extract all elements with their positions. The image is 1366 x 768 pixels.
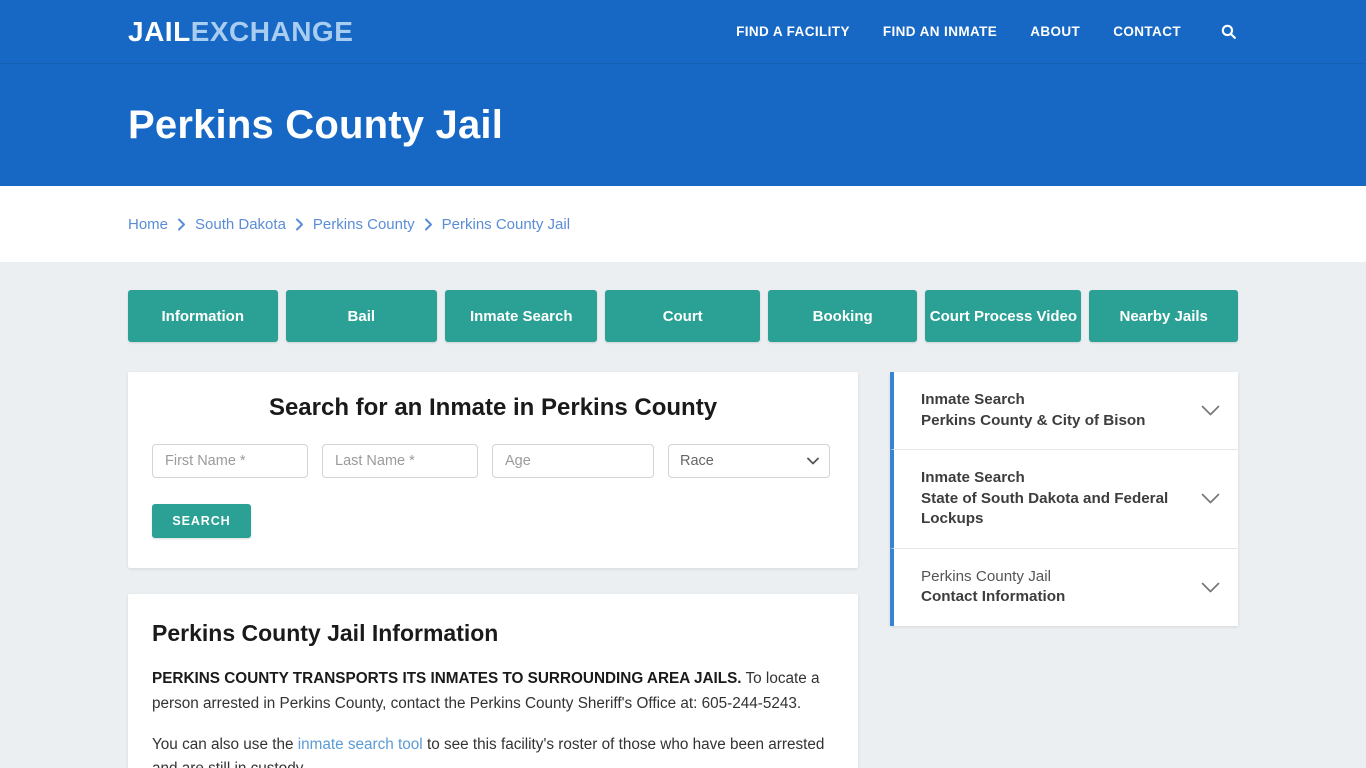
accordion-line-1: Inmate Search	[921, 469, 1025, 487]
breadcrumb: Home South Dakota Perkins County Perkins…	[128, 216, 570, 233]
info-card-heading: Perkins County Jail Information	[152, 620, 499, 646]
nav-item-contact[interactable]: CONTACT	[1113, 24, 1181, 39]
page-title: Perkins County Jail	[128, 102, 504, 147]
info-paragraph-2-pre: You can also use the	[152, 735, 298, 753]
accordion-item-text: Inmate Search State of South Dakota and …	[921, 468, 1187, 530]
accordion-item-text: Perkins County Jail Contact Information	[921, 567, 1187, 608]
search-submit-button[interactable]: SEARCH	[152, 504, 251, 538]
search-fields-row: Race	[152, 444, 834, 478]
page-hero: Perkins County Jail	[0, 64, 1366, 186]
chevron-down-icon[interactable]	[1201, 405, 1220, 416]
breadcrumb-item-south-dakota[interactable]: South Dakota	[195, 216, 286, 233]
accordion-line-1: Perkins County Jail	[921, 567, 1051, 585]
tab-nearby-jails[interactable]: Nearby Jails	[1089, 290, 1238, 342]
facility-tabs: Information Bail Inmate Search Court Boo…	[128, 290, 1238, 342]
breadcrumb-item-home[interactable]: Home	[128, 216, 168, 233]
race-select-wrapper: Race	[668, 444, 830, 478]
tab-bail[interactable]: Bail	[285, 290, 438, 342]
tab-booking[interactable]: Booking	[767, 290, 918, 342]
chevron-down-icon[interactable]	[1201, 493, 1220, 504]
tab-inmate-search[interactable]: Inmate Search	[445, 290, 598, 342]
accordion-item-contact-information[interactable]: Perkins County Jail Contact Information	[890, 548, 1238, 626]
nav-item-about[interactable]: ABOUT	[1030, 24, 1080, 39]
sidebar-accordion: Inmate Search Perkins County & City of B…	[890, 372, 1238, 626]
tab-court-process-video[interactable]: Court Process Video	[925, 290, 1082, 342]
breadcrumb-item-perkins-county[interactable]: Perkins County	[313, 216, 415, 233]
top-navigation-bar: JAILEXCHANGE FIND A FACILITY FIND AN INM…	[0, 0, 1366, 64]
chevron-right-icon	[295, 218, 304, 231]
inmate-search-card: Search for an Inmate in Perkins County R…	[128, 372, 858, 568]
tab-information[interactable]: Information	[128, 290, 278, 342]
chevron-right-icon	[177, 218, 186, 231]
logo-text-primary: JAIL	[128, 15, 191, 47]
breadcrumb-band: Home South Dakota Perkins County Perkins…	[0, 186, 1366, 262]
info-paragraph-1: PERKINS COUNTY TRANSPORTS ITS INMATES TO…	[152, 667, 834, 717]
last-name-input[interactable]	[322, 444, 478, 478]
search-card-heading: Search for an Inmate in Perkins County	[268, 394, 718, 421]
nav-item-find-an-inmate[interactable]: FIND AN INMATE	[883, 24, 997, 39]
info-paragraph-2: You can also use the inmate search tool …	[152, 733, 834, 768]
info-paragraph-1-bold: PERKINS COUNTY TRANSPORTS ITS INMATES TO…	[152, 670, 742, 687]
accordion-line-2: Contact Information	[921, 588, 1066, 606]
accordion-line-1: Inmate Search	[921, 391, 1025, 408]
breadcrumb-item-perkins-county-jail[interactable]: Perkins County Jail	[442, 216, 570, 233]
age-input[interactable]	[492, 444, 654, 478]
accordion-line-2: State of South Dakota and Federal Lockup…	[921, 489, 1169, 528]
accordion-item-inmate-search-state[interactable]: Inmate Search State of South Dakota and …	[890, 450, 1238, 549]
tab-court[interactable]: Court	[605, 290, 760, 342]
logo-text-secondary: EXCHANGE	[190, 15, 354, 47]
search-icon[interactable]	[1218, 22, 1238, 42]
race-select[interactable]: Race	[668, 444, 830, 478]
jail-information-card: Perkins County Jail Information PERKINS …	[128, 594, 858, 768]
accordion-item-text: Inmate Search Perkins County & City of B…	[921, 390, 1187, 431]
accordion-line-2: Perkins County & City of Bison	[921, 411, 1146, 429]
chevron-right-icon	[424, 218, 433, 231]
accordion-item-inmate-search-county[interactable]: Inmate Search Perkins County & City of B…	[890, 372, 1238, 451]
page-body: Information Bail Inmate Search Court Boo…	[0, 262, 1366, 768]
main-column: Search for an Inmate in Perkins County R…	[128, 372, 858, 768]
sidebar-column: Inmate Search Perkins County & City of B…	[890, 372, 1238, 626]
first-name-input[interactable]	[152, 444, 308, 478]
nav-item-find-a-facility[interactable]: FIND A FACILITY	[736, 24, 850, 39]
main-nav: FIND A FACILITY FIND AN INMATE ABOUT CON…	[736, 22, 1238, 42]
site-logo[interactable]: JAILEXCHANGE	[128, 15, 354, 47]
chevron-down-icon[interactable]	[1201, 582, 1220, 593]
inmate-search-tool-link[interactable]: inmate search tool	[298, 736, 423, 753]
